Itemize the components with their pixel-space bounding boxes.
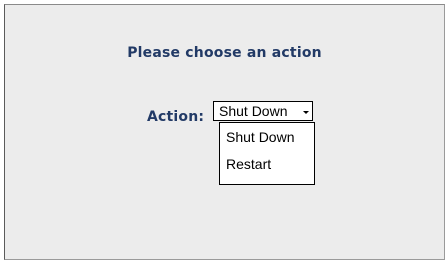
action-label: Action: — [147, 109, 205, 125]
action-select[interactable]: Shut Down — [213, 101, 313, 121]
action-select-value: Shut Down — [219, 103, 288, 119]
option-restart[interactable]: Restart — [226, 156, 271, 172]
dialog-heading: Please choose an action — [127, 45, 322, 61]
chevron-down-icon — [303, 111, 309, 114]
action-dropdown-list: Shut Down Restart — [219, 122, 315, 185]
option-shut-down[interactable]: Shut Down — [226, 129, 294, 145]
